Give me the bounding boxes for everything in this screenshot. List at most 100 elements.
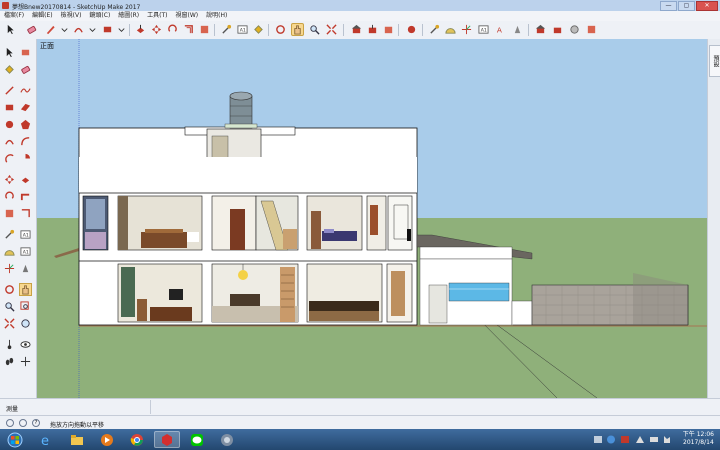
axes-icon[interactable] [3,262,16,275]
line-app-icon[interactable] [184,431,210,448]
two-point-arc-icon[interactable] [19,135,32,148]
tape-measure-icon[interactable] [220,23,233,36]
zoom-extents-icon[interactable] [325,23,338,36]
minimize-button[interactable]: — [660,1,677,11]
line-icon[interactable] [3,84,16,97]
offset-icon[interactable] [19,207,32,220]
chevron-down-icon[interactable] [58,23,71,36]
model-viewport[interactable]: 正面 [37,39,708,398]
warehouse-icon[interactable] [350,23,363,36]
arc-icon[interactable] [3,135,16,148]
axis-display-icon[interactable] [19,355,32,368]
zoom-window-icon[interactable] [19,300,32,313]
push-pull-icon[interactable] [134,23,147,36]
orbit-icon[interactable] [274,23,287,36]
close-button[interactable]: ✕ [696,1,718,11]
component-icon[interactable] [382,23,395,36]
extension-icon[interactable] [568,23,581,36]
zoom-icon[interactable] [3,300,16,313]
paint-bucket-icon[interactable] [252,23,265,36]
rotate-icon[interactable] [3,190,16,203]
select-icon[interactable] [4,23,17,36]
orbit-icon[interactable] [3,283,16,296]
follow-me-icon[interactable] [19,190,32,203]
tape-icon[interactable] [428,23,441,36]
default-tray-tab[interactable]: 預設 [709,45,720,77]
credits-icon[interactable] [19,419,27,427]
3d-text-icon[interactable]: A [494,23,507,36]
circle-icon[interactable] [3,118,16,131]
rectangle-icon[interactable] [3,101,16,114]
menu-file[interactable]: 檔案(F) [0,11,28,21]
move-icon[interactable] [150,23,163,36]
arc-icon[interactable] [72,23,85,36]
menu-draw[interactable]: 繪圖(R) [114,11,143,21]
menu-edit[interactable]: 編輯(E) [28,11,56,21]
rotated-rectangle-icon[interactable] [19,101,32,114]
eraser-icon[interactable] [19,63,32,76]
clock-date: 2017/8/14 [683,439,714,446]
pencil-icon[interactable] [44,23,57,36]
media-player-icon[interactable] [94,431,120,448]
menu-help[interactable]: 說明(H) [202,11,231,21]
chrome-icon[interactable] [124,431,150,448]
ie-icon[interactable]: e [34,431,60,448]
walk-icon[interactable] [3,355,16,368]
warehouse-icon[interactable] [534,23,547,36]
push-pull-icon[interactable] [19,173,32,186]
extension-warehouse-icon[interactable] [405,23,418,36]
explorer-icon[interactable] [64,431,90,448]
menu-camera[interactable]: 鏡頭(C) [85,11,114,21]
position-camera-icon[interactable] [3,338,16,351]
menu-window[interactable]: 視窗(W) [172,11,203,21]
polygon-icon[interactable] [19,118,32,131]
model-canvas[interactable] [37,39,708,398]
move-icon[interactable] [3,173,16,186]
pie-icon[interactable] [19,152,32,165]
text-label-icon[interactable]: A1 [477,23,490,36]
start-icon[interactable] [2,431,28,448]
section-plane-icon[interactable] [19,262,32,275]
protractor-icon[interactable] [444,23,457,36]
taskbar-clock[interactable]: 下午 12:06 2017/8/14 [683,431,714,447]
menu-tools[interactable]: 工具(T) [143,11,171,21]
text-icon[interactable]: A1 [236,23,249,36]
scale-icon[interactable] [198,23,211,36]
share-model-icon[interactable] [366,23,379,36]
share-icon[interactable] [551,23,564,36]
help-icon[interactable]: ? [32,419,40,427]
pan-icon[interactable] [19,283,32,296]
eraser-icon[interactable] [25,23,38,36]
zoom-extents-icon[interactable] [3,317,16,330]
maximize-button[interactable]: ▢ [678,1,695,11]
freehand-icon[interactable] [19,84,32,97]
look-around-icon[interactable] [19,338,32,351]
protractor-icon[interactable] [3,245,16,258]
measurements-input[interactable] [150,400,719,414]
chevron-down-icon[interactable] [115,23,128,36]
sketchup-icon[interactable] [154,431,180,448]
three-point-arc-icon[interactable] [3,152,16,165]
offset-icon[interactable] [182,23,195,36]
layout-icon[interactable] [585,23,598,36]
pan-icon[interactable] [291,23,304,36]
zoom-icon[interactable] [308,23,321,36]
chevron-down-icon[interactable] [86,23,99,36]
network-app-icon[interactable] [214,431,240,448]
text-icon[interactable]: A1 [19,245,32,258]
previous-view-icon[interactable] [19,317,32,330]
geo-location-icon[interactable] [6,419,14,427]
paint-bucket-icon[interactable] [3,63,16,76]
select-icon[interactable] [3,46,16,59]
section-icon[interactable] [511,23,524,36]
menu-view[interactable]: 檢視(V) [57,11,86,21]
svg-text:A: A [497,25,502,34]
make-component-icon[interactable] [19,46,32,59]
dimension-icon[interactable]: A1 [19,228,32,241]
rectangle-icon[interactable] [101,23,114,36]
rotate-icon[interactable] [166,23,179,36]
scale-icon[interactable] [3,207,16,220]
axes-icon[interactable] [460,23,473,36]
tape-measure-icon[interactable] [3,228,16,241]
clock-time: 下午 12:06 [682,431,714,438]
